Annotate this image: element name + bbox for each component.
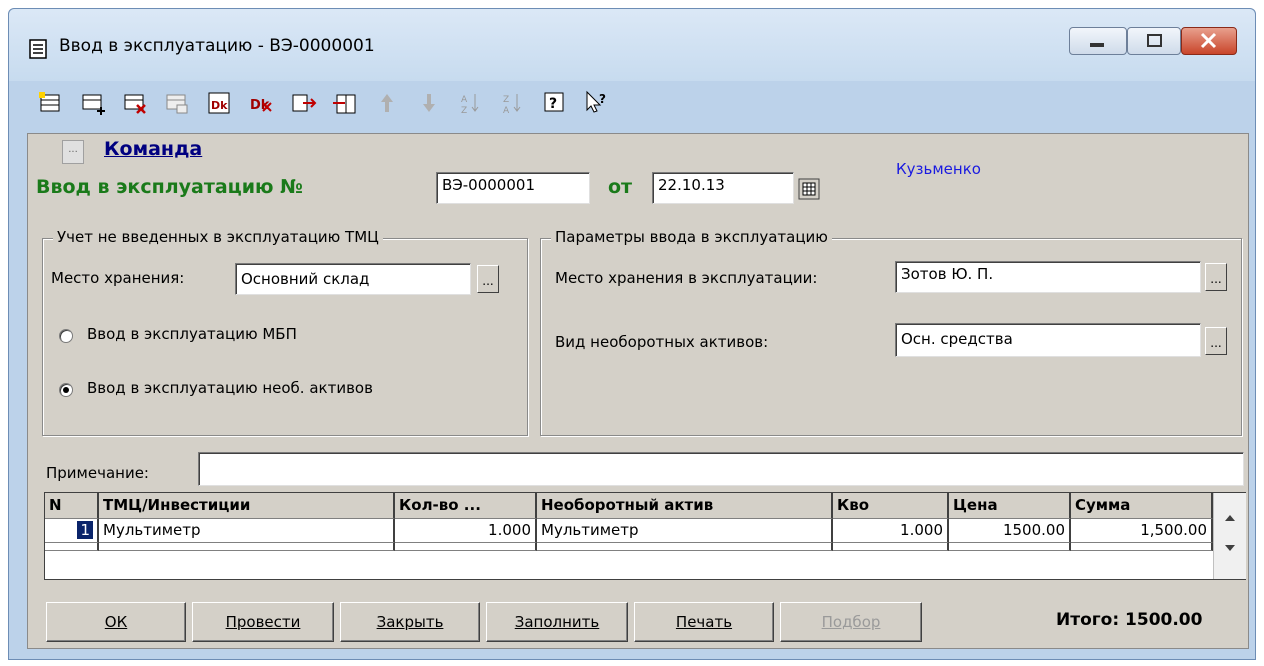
col-header-sum[interactable]: Сумма	[1071, 493, 1213, 519]
doc-number-field[interactable]: ВЭ-0000001	[436, 172, 590, 204]
empty-cell	[949, 543, 1071, 551]
calendar-icon[interactable]	[798, 178, 820, 200]
title-bar: Ввод в эксплуатацию - ВЭ-0000001	[9, 9, 1255, 81]
table-row[interactable]: 1	[45, 519, 99, 543]
copy-row-icon[interactable]	[163, 89, 191, 117]
svg-text:Z: Z	[461, 106, 467, 116]
doc-heading: Ввод в эксплуатацию №	[36, 176, 304, 198]
fill-button-label: Заполнить	[514, 613, 600, 631]
maximize-icon	[1147, 34, 1162, 47]
total-label: Итого: 1500.00	[1056, 610, 1203, 630]
table-row	[45, 543, 99, 551]
arrow-down-icon[interactable]	[415, 89, 443, 117]
app-window: Ввод в эксплуатацию - ВЭ-0000001 Dk Dk A…	[8, 8, 1256, 660]
new-row-icon[interactable]	[37, 89, 65, 117]
svg-text:A: A	[461, 95, 468, 105]
doc-date-field[interactable]: 22.10.13	[652, 172, 794, 204]
minimize-icon	[1090, 43, 1104, 47]
cell-sum[interactable]: 1,500.00	[1071, 519, 1213, 543]
command-link[interactable]: Команда	[104, 138, 202, 160]
col-header-count[interactable]: Кво	[833, 493, 949, 519]
empty-cell	[1071, 543, 1213, 551]
right-group: Параметры ввода в эксплуатацию Место хра…	[540, 228, 1242, 436]
svg-text:?: ?	[549, 96, 557, 112]
close-window-button[interactable]	[1181, 27, 1237, 55]
delete-row-icon[interactable]	[121, 89, 149, 117]
minimize-button[interactable]	[1069, 27, 1127, 55]
move-right-icon[interactable]	[289, 89, 317, 117]
svg-text:Dk: Dk	[211, 99, 228, 112]
cell-asset[interactable]: Мультиметр	[537, 519, 833, 543]
storage-label: Место хранения:	[51, 269, 185, 287]
col-header-item[interactable]: ТМЦ/Инвестиции	[99, 493, 395, 519]
add-row-icon[interactable]	[79, 89, 107, 117]
radio-assets-label[interactable]: Ввод в эксплуатацию необ. активов	[87, 379, 373, 397]
svg-text:A: A	[503, 106, 510, 116]
window-title: Ввод в эксплуатацию - ВЭ-0000001	[59, 36, 375, 56]
help-icon[interactable]: ?	[541, 89, 569, 117]
empty-cell	[99, 543, 395, 551]
cell-price[interactable]: 1500.00	[949, 519, 1071, 543]
debit-credit-delete-icon[interactable]: Dk	[247, 89, 275, 117]
maximize-button[interactable]	[1127, 27, 1181, 55]
print-button-label: Печать	[675, 613, 733, 631]
storage-field[interactable]: Основний склад	[235, 263, 471, 295]
pick-button-label: Подбор	[821, 613, 881, 631]
post-button[interactable]: Провести	[192, 602, 334, 642]
command-checkbox[interactable]: ...	[62, 140, 84, 164]
row-number-cell[interactable]: 1	[77, 521, 93, 539]
asset-kind-label: Вид необоротных активов:	[555, 333, 769, 351]
note-field[interactable]	[198, 452, 1244, 486]
sort-descending-icon[interactable]: ZA	[499, 89, 527, 117]
note-label: Примечание:	[46, 464, 149, 482]
radio-mbp-label[interactable]: Ввод в эксплуатацию МБП	[87, 325, 297, 343]
left-group-title: Учет не введенных в эксплуатацию ТМЦ	[53, 228, 383, 246]
close-icon	[1200, 32, 1217, 49]
sort-ascending-icon[interactable]: AZ	[457, 89, 485, 117]
svg-text:Z: Z	[503, 95, 509, 105]
close-button[interactable]: Закрыть	[340, 602, 480, 642]
radio-assets[interactable]	[59, 383, 73, 397]
col-header-asset[interactable]: Необоротный актив	[537, 493, 833, 519]
svg-text:?: ?	[599, 92, 606, 106]
author-label: Кузьменко	[896, 160, 981, 178]
print-button[interactable]: Печать	[634, 602, 774, 642]
pick-button[interactable]: Подбор	[780, 602, 922, 642]
left-group: Учет не введенных в эксплуатацию ТМЦ Мес…	[42, 228, 528, 436]
exploitation-storage-field[interactable]: Зотов Ю. П.	[895, 261, 1201, 293]
items-table: N ТМЦ/Инвестиции Кол-во ... Необоротный …	[44, 492, 1246, 580]
arrow-up-icon[interactable]	[373, 89, 401, 117]
date-label: от	[608, 176, 633, 198]
debit-credit-icon[interactable]: Dk	[205, 89, 233, 117]
ok-button-label: ОК	[104, 613, 128, 631]
insert-column-icon[interactable]	[331, 89, 359, 117]
form-body: ... Команда Ввод в эксплуатацию № ВЭ-000…	[27, 133, 1249, 649]
right-group-title: Параметры ввода в эксплуатацию	[551, 228, 832, 246]
context-help-icon[interactable]: ?	[583, 89, 611, 117]
empty-cell	[537, 543, 833, 551]
fill-button[interactable]: Заполнить	[486, 602, 628, 642]
ok-button[interactable]: ОК	[46, 602, 186, 642]
asset-kind-field[interactable]: Осн. средства	[895, 323, 1201, 357]
radio-mbp[interactable]	[59, 329, 73, 343]
asset-kind-select-button[interactable]: ...	[1205, 327, 1227, 355]
exploitation-storage-label: Место хранения в эксплуатации:	[555, 269, 818, 287]
table-scrollbar[interactable]	[1213, 493, 1246, 579]
scroll-arrows-icon	[1225, 515, 1235, 551]
close-button-label: Закрыть	[376, 613, 444, 631]
col-header-n[interactable]: N	[45, 493, 99, 519]
empty-cell	[833, 543, 949, 551]
cell-item[interactable]: Мультиметр	[99, 519, 395, 543]
document-icon	[29, 39, 47, 59]
col-header-qty[interactable]: Кол-во ...	[395, 493, 537, 519]
exploitation-storage-select-button[interactable]: ...	[1205, 263, 1227, 291]
empty-cell	[395, 543, 537, 551]
storage-select-button[interactable]: ...	[477, 265, 499, 293]
cell-qty[interactable]: 1.000	[395, 519, 537, 543]
post-button-label: Провести	[225, 613, 301, 631]
cell-count[interactable]: 1.000	[833, 519, 949, 543]
col-header-price[interactable]: Цена	[949, 493, 1071, 519]
